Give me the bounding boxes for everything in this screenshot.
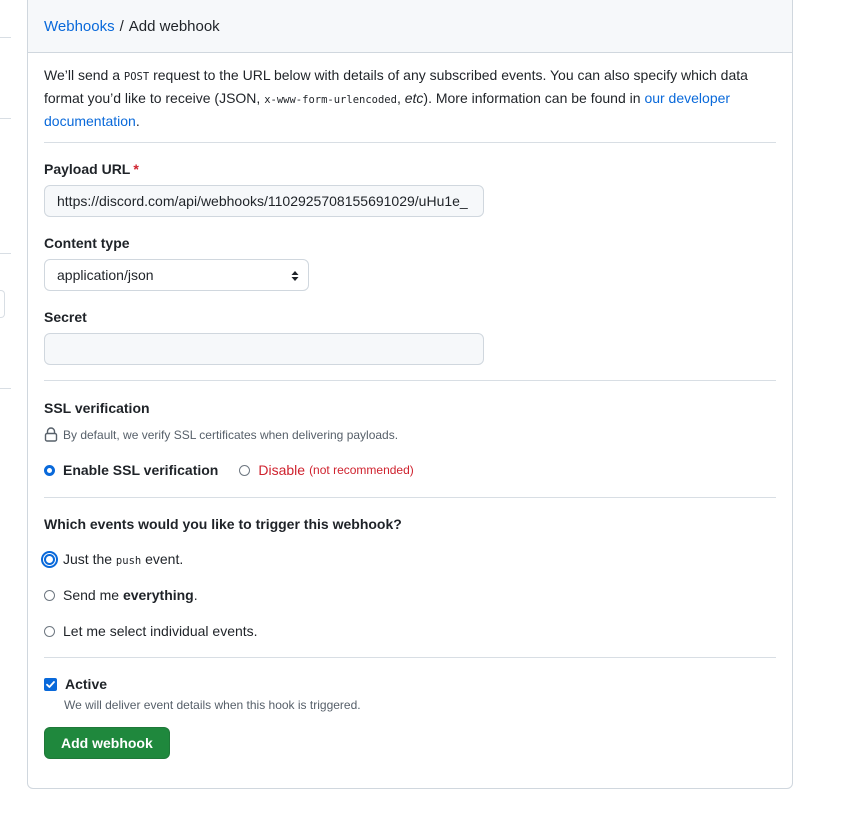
sidebar-divider	[0, 37, 11, 38]
just-push-label[interactable]: Just the push event.	[63, 551, 183, 567]
add-webhook-panel: Webhooks / Add webhook We’ll send a POST r…	[27, 0, 793, 789]
just-push-radio[interactable]	[41, 550, 58, 568]
secret-label: Secret	[44, 309, 87, 325]
sidebar-divider	[0, 388, 11, 389]
not-recommended-note: (not recommended)	[309, 463, 414, 477]
divider	[44, 657, 776, 658]
event-option-push[interactable]: Just the push event.	[41, 550, 183, 568]
intro-text: We’ll send a POST request to the URL bel…	[44, 67, 748, 129]
breadcrumb-current: Add webhook	[128, 18, 220, 35]
everything-radio[interactable]	[44, 589, 55, 601]
checkmark-icon	[46, 680, 55, 688]
breadcrumb-separator: /	[119, 18, 124, 35]
select-arrows-icon	[291, 271, 299, 281]
payload-url-label: Payload URL *	[44, 161, 139, 177]
everything-label[interactable]: Send me everything.	[63, 587, 198, 603]
disable-ssl-label[interactable]: Disable	[258, 462, 305, 478]
content-type-select[interactable]: application/json	[44, 259, 309, 291]
breadcrumb-webhooks-link[interactable]: Webhooks	[44, 18, 115, 35]
ssl-note: By default, we verify SSL certificates w…	[44, 427, 398, 442]
sidebar-divider	[0, 253, 11, 254]
active-label[interactable]: Active	[65, 676, 107, 692]
enable-ssl-label[interactable]: Enable SSL verification	[63, 462, 218, 478]
active-option[interactable]: Active	[44, 676, 107, 692]
content-type-value: application/json	[57, 267, 154, 283]
format-code: x-www-form-urlencoded	[264, 94, 397, 106]
events-question: Which events would you like to trigger t…	[44, 516, 402, 532]
post-code: POST	[123, 71, 150, 83]
divider	[44, 380, 776, 381]
content-type-label: Content type	[44, 235, 130, 251]
disable-ssl-radio[interactable]	[239, 464, 251, 476]
ssl-verification-label: SSL verification	[44, 400, 150, 416]
event-option-everything[interactable]: Send me everything.	[44, 587, 198, 603]
lock-icon	[44, 427, 58, 442]
individual-events-label[interactable]: Let me select individual events.	[63, 623, 258, 639]
breadcrumb: Webhooks / Add webhook	[44, 18, 220, 35]
panel-header: Webhooks / Add webhook	[28, 0, 792, 53]
sidebar-item-edge	[0, 290, 5, 318]
divider	[44, 142, 776, 143]
individual-events-radio[interactable]	[44, 625, 55, 637]
add-webhook-button[interactable]: Add webhook	[44, 727, 170, 759]
payload-url-input[interactable]: https://discord.com/api/webhooks/1102925…	[44, 185, 484, 217]
event-option-individual[interactable]: Let me select individual events.	[44, 623, 258, 639]
active-checkbox[interactable]	[44, 677, 57, 691]
sidebar-divider	[0, 118, 11, 119]
required-asterisk: *	[133, 161, 139, 177]
secret-input[interactable]	[44, 333, 484, 365]
enable-ssl-radio[interactable]	[44, 464, 55, 476]
divider	[44, 497, 776, 498]
active-note: We will deliver event details when this …	[64, 698, 361, 712]
ssl-options: Enable SSL verification Disable (not rec…	[44, 462, 414, 478]
form-body: We’ll send a POST request to the URL bel…	[41, 53, 776, 759]
